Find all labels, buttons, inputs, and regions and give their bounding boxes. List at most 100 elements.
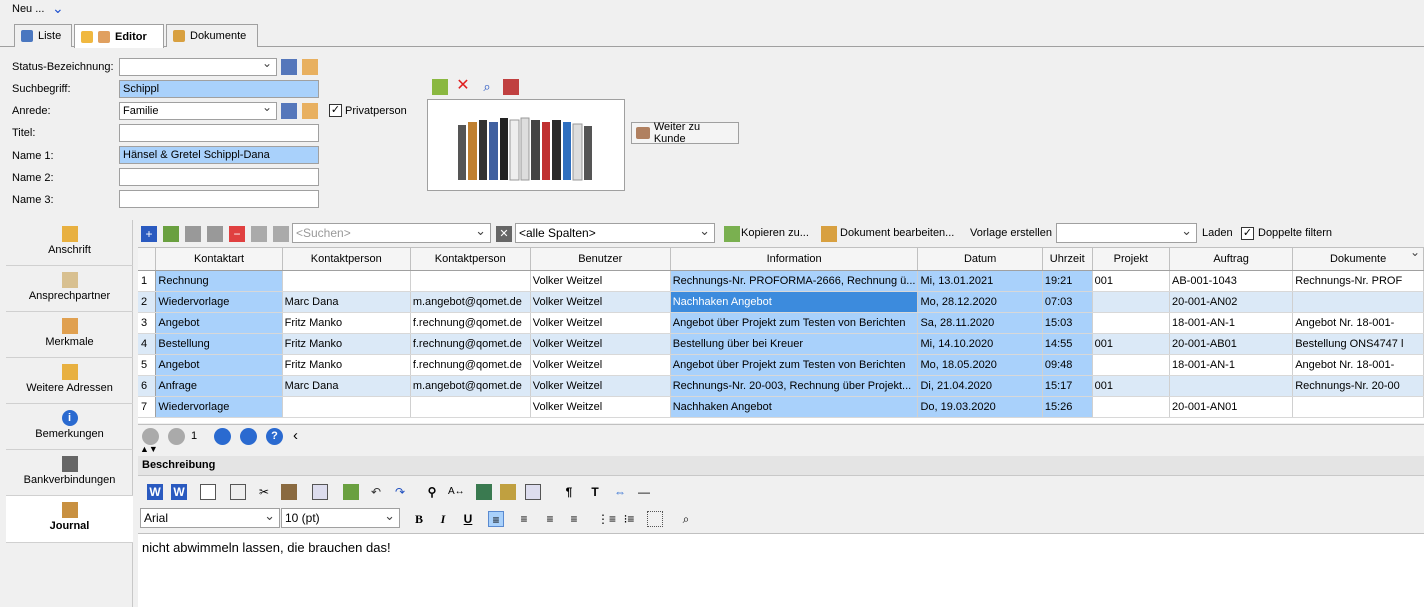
- table-cell[interactable]: Angebot: [155, 312, 283, 334]
- table-cell[interactable]: m.angebot@qomet.de: [410, 375, 531, 397]
- suchbegriff-field[interactable]: Schippl: [119, 80, 319, 98]
- table-cell[interactable]: [410, 396, 531, 418]
- table-cell[interactable]: Volker Weitzel: [530, 375, 671, 397]
- titel-field[interactable]: [119, 124, 319, 142]
- copy-icon[interactable]: [207, 226, 223, 242]
- table-cell[interactable]: 18-001-AN-1: [1169, 354, 1294, 376]
- nav-weitere-adressen[interactable]: Weitere Adressen: [6, 358, 133, 404]
- table-cell[interactable]: Volker Weitzel: [530, 270, 671, 292]
- word-save-icon[interactable]: W: [171, 484, 187, 500]
- format-painter-icon[interactable]: [500, 484, 516, 500]
- find-icon[interactable]: ⚲: [424, 484, 440, 500]
- table-cell[interactable]: Mo, 18.05.2020: [917, 354, 1043, 376]
- word-open-icon[interactable]: W: [147, 484, 163, 500]
- table-cell[interactable]: Angebot über Projekt zum Testen von Beri…: [670, 354, 919, 376]
- paragraph-icon[interactable]: ¶: [561, 484, 577, 500]
- table-cell[interactable]: Marc Dana: [282, 291, 411, 313]
- kopieren-button[interactable]: Kopieren zu...: [741, 227, 809, 239]
- table-cell[interactable]: f.rechnung@qomet.de: [410, 333, 531, 355]
- next-page-icon[interactable]: [214, 428, 231, 445]
- table-cell[interactable]: Rechnungs-Nr. 20-003, Rechnung über Proj…: [670, 375, 919, 397]
- tab-liste[interactable]: Liste: [14, 24, 72, 47]
- search-input[interactable]: <Suchen>: [292, 223, 491, 243]
- undo-icon[interactable]: ↶: [368, 484, 384, 500]
- column-header[interactable]: Datum: [917, 248, 1043, 271]
- column-header[interactable]: Information: [670, 248, 919, 271]
- table-cell[interactable]: [1092, 291, 1170, 313]
- table-cell[interactable]: 20-001-AN01: [1169, 396, 1294, 418]
- column-header[interactable]: Dokumente: [1292, 248, 1424, 271]
- table-cell[interactable]: Do, 19.03.2020: [917, 396, 1043, 418]
- align-right-icon[interactable]: ≡: [542, 511, 558, 527]
- table-cell[interactable]: Bestellung: [155, 333, 283, 355]
- table-cell[interactable]: 14:55: [1042, 333, 1093, 355]
- table-cell[interactable]: Fritz Manko: [282, 312, 411, 334]
- spellcheck-icon[interactable]: [476, 484, 492, 500]
- table-cell[interactable]: 15:03: [1042, 312, 1093, 334]
- table-cell[interactable]: Wiedervorlage: [155, 291, 283, 313]
- table-cell[interactable]: [282, 270, 411, 292]
- table-cell[interactable]: Sa, 28.11.2020: [917, 312, 1043, 334]
- copy-icon[interactable]: [230, 484, 246, 500]
- table-row[interactable]: 3 Angebot Fritz Manko f.rechnung@qomet.de Vo…: [138, 312, 1424, 334]
- nav-ansprechpartner[interactable]: Ansprechpartner: [6, 266, 133, 312]
- column-header[interactable]: Projekt: [1092, 248, 1170, 271]
- table-row[interactable]: 5 Angebot Fritz Manko f.rechnung@qomet.de Vo…: [138, 354, 1424, 376]
- font-size-select[interactable]: 10 (pt): [281, 508, 400, 528]
- table-cell[interactable]: Mo, 28.12.2020: [917, 291, 1043, 313]
- numbered-list-icon[interactable]: ⋮≡: [597, 511, 616, 527]
- tab-dokumente[interactable]: Dokumente: [166, 24, 258, 47]
- image-edit-icon[interactable]: [503, 79, 519, 95]
- table-cell[interactable]: Volker Weitzel: [530, 396, 671, 418]
- table-cell[interactable]: Volker Weitzel: [530, 291, 671, 313]
- image-insert-icon[interactable]: [343, 484, 359, 500]
- table-cell[interactable]: 001: [1092, 375, 1170, 397]
- table-cell[interactable]: Volker Weitzel: [530, 333, 671, 355]
- chevron-down-icon[interactable]: ⌄: [52, 0, 64, 17]
- table-cell[interactable]: 18-001-AN-1: [1169, 312, 1294, 334]
- weiter-zu-kunde-button[interactable]: Weiter zu Kunde: [631, 121, 739, 145]
- table-cell[interactable]: 001: [1092, 333, 1170, 355]
- table-row[interactable]: 6 Anfrage Marc Dana m.angebot@qomet.de Volke…: [138, 375, 1424, 397]
- align-left-icon[interactable]: ≡: [488, 511, 504, 527]
- paste-icon[interactable]: [281, 484, 297, 500]
- new-menu-label[interactable]: Neu ...: [12, 3, 44, 15]
- prev-page-icon[interactable]: [168, 428, 185, 445]
- scroll-left-icon[interactable]: ‹: [293, 427, 298, 444]
- list-edit-icon[interactable]: [281, 59, 297, 75]
- status-select[interactable]: [119, 56, 277, 76]
- clear-search-icon[interactable]: ✕: [496, 226, 512, 242]
- add-row-icon[interactable]: +: [141, 226, 157, 242]
- move-icon[interactable]: [185, 226, 201, 242]
- table-cell[interactable]: [1169, 375, 1294, 397]
- insert-icon[interactable]: [163, 226, 179, 242]
- table-cell[interactable]: [1092, 354, 1170, 376]
- table-cell[interactable]: 07:03: [1042, 291, 1093, 313]
- table-cell[interactable]: Anfrage: [155, 375, 283, 397]
- list-edit-icon[interactable]: [281, 103, 297, 119]
- table-cell[interactable]: f.rechnung@qomet.de: [410, 312, 531, 334]
- table-cell[interactable]: Volker Weitzel: [530, 312, 671, 334]
- table-cell[interactable]: 09:48: [1042, 354, 1093, 376]
- table-cell[interactable]: 20-001-AN02: [1169, 291, 1294, 313]
- table-cell[interactable]: 15:17: [1042, 375, 1093, 397]
- table-cell[interactable]: [1092, 396, 1170, 418]
- italic-icon[interactable]: I: [435, 511, 451, 527]
- table-cell[interactable]: [1092, 312, 1170, 334]
- doppelte-checkbox[interactable]: ✓: [1241, 227, 1254, 240]
- table-cell[interactable]: Rechnungs-Nr. PROF: [1292, 270, 1424, 292]
- add-image-icon[interactable]: [432, 79, 448, 95]
- table-cell[interactable]: Nachhaken Angebot: [670, 396, 919, 418]
- table-cell[interactable]: Bestellung über bei Kreuer: [670, 333, 919, 355]
- underline-icon[interactable]: U: [460, 511, 476, 527]
- font-select[interactable]: Arial: [140, 508, 280, 528]
- table-cell[interactable]: Fritz Manko: [282, 333, 411, 355]
- tab-editor[interactable]: Editor: [74, 24, 164, 48]
- name2-field[interactable]: [119, 168, 319, 186]
- nav-bankverbindungen[interactable]: Bankverbindungen: [6, 450, 133, 496]
- column-header[interactable]: Kontaktart: [155, 248, 283, 271]
- column-header[interactable]: Kontaktperson: [410, 248, 531, 271]
- table-cell[interactable]: f.rechnung@qomet.de: [410, 354, 531, 376]
- table-cell[interactable]: [1292, 291, 1424, 313]
- horizontal-line-icon[interactable]: —: [636, 484, 652, 500]
